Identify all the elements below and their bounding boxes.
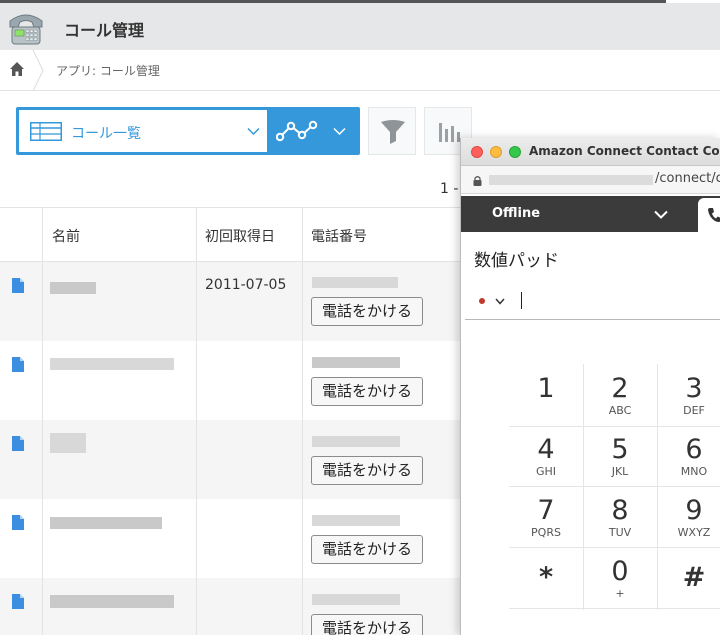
- pager-text: 1 -: [440, 181, 459, 197]
- redacted-phone: [312, 357, 400, 368]
- view-name: コール一覧: [71, 126, 141, 142]
- table-icon: [30, 122, 62, 141]
- phone-tab[interactable]: [698, 198, 720, 232]
- call-button[interactable]: 電話をかける: [311, 614, 423, 635]
- document-icon[interactable]: [12, 594, 24, 609]
- table-row: 電話をかける: [0, 578, 460, 635]
- column-divider: [302, 207, 303, 635]
- phone-number-input[interactable]: [521, 292, 522, 309]
- url-bar[interactable]: /connect/c: [461, 166, 720, 194]
- breadcrumb-app-link[interactable]: アプリ: コール管理: [56, 62, 160, 79]
- app-header: コール管理: [0, 3, 720, 50]
- key-6[interactable]: 6 MNO: [657, 427, 720, 487]
- breadcrumb-separator: [32, 50, 44, 91]
- numpad-title: 数値パッド: [474, 251, 559, 271]
- call-button[interactable]: 電話をかける: [311, 456, 423, 485]
- close-window-button[interactable]: [471, 146, 483, 158]
- redacted-name: [50, 282, 96, 294]
- redacted-url: [489, 175, 653, 185]
- maximize-window-button[interactable]: [509, 146, 521, 158]
- phone-icon: [708, 208, 720, 222]
- document-icon[interactable]: [12, 357, 24, 372]
- redacted-name: [50, 433, 86, 453]
- first-date: 2011-07-05: [205, 277, 287, 293]
- document-icon[interactable]: [12, 515, 24, 530]
- document-icon[interactable]: [12, 436, 24, 451]
- graph-icon[interactable]: [276, 120, 318, 142]
- key-9[interactable]: 9 WXYZ: [657, 488, 720, 548]
- document-icon[interactable]: [12, 278, 24, 293]
- redacted-name: [50, 517, 162, 529]
- chevron-down-icon: [247, 127, 260, 136]
- column-divider: [196, 207, 197, 635]
- key-star[interactable]: *: [509, 549, 583, 609]
- redacted-phone: [312, 515, 400, 526]
- column-header-phone[interactable]: 電話番号: [311, 226, 367, 246]
- ccp-window: Amazon Connect Contact Cont /connect/c O…: [460, 138, 720, 635]
- window-title: Amazon Connect Contact Cont: [529, 144, 720, 158]
- table-row: 電話をかける: [0, 341, 460, 420]
- view-dropdown[interactable]: コール一覧: [19, 110, 267, 152]
- redacted-phone: [312, 594, 400, 605]
- redacted-name: [50, 595, 174, 608]
- redacted-name: [50, 358, 174, 370]
- agent-status: Offline: [492, 206, 541, 221]
- call-button[interactable]: 電話をかける: [311, 535, 423, 564]
- chevron-down-icon: [654, 210, 668, 219]
- call-button[interactable]: 電話をかける: [311, 297, 423, 326]
- column-header-name[interactable]: 名前: [52, 226, 80, 246]
- agent-status-dropdown[interactable]: Offline: [461, 196, 720, 232]
- key-hash[interactable]: #: [657, 549, 720, 609]
- call-button[interactable]: 電話をかける: [311, 377, 423, 406]
- input-underline: [465, 319, 720, 320]
- table-header: 名前 初回取得日 電話番号: [0, 207, 460, 262]
- minimize-window-button[interactable]: [490, 146, 502, 158]
- key-2[interactable]: 2 ABC: [583, 366, 657, 426]
- country-chevron-down-icon[interactable]: [495, 298, 505, 305]
- bar-chart-icon: [439, 123, 460, 142]
- table-row: 電話をかける: [0, 420, 460, 499]
- url-suffix: /connect/c: [655, 171, 720, 186]
- home-icon[interactable]: [9, 61, 25, 77]
- table-row: 電話をかける: [0, 499, 460, 578]
- key-1[interactable]: 1: [509, 366, 583, 426]
- window-titlebar: Amazon Connect Contact Cont: [461, 138, 720, 166]
- key-7[interactable]: 7 PQRS: [509, 488, 583, 548]
- key-0[interactable]: 0 +: [583, 549, 657, 609]
- breadcrumb: アプリ: コール管理: [0, 50, 720, 91]
- key-8[interactable]: 8 TUV: [583, 488, 657, 548]
- redacted-phone: [312, 436, 400, 447]
- graph-chevron-down-icon[interactable]: [333, 127, 346, 136]
- filter-button[interactable]: [368, 107, 416, 155]
- country-flag-icon[interactable]: [479, 298, 485, 304]
- telephone-logo-icon: [9, 14, 43, 45]
- redacted-phone: [312, 277, 398, 288]
- view-selector: コール一覧: [16, 107, 360, 155]
- lock-icon: [473, 176, 482, 186]
- filter-icon: [381, 120, 405, 144]
- column-divider: [42, 207, 43, 635]
- key-3[interactable]: 3 DEF: [657, 366, 720, 426]
- table-row: 2011-07-05 電話をかける: [0, 262, 460, 341]
- app-title: コール管理: [64, 21, 145, 40]
- column-header-first-date[interactable]: 初回取得日: [205, 226, 275, 246]
- key-4[interactable]: 4 GHI: [509, 427, 583, 487]
- key-5[interactable]: 5 JKL: [583, 427, 657, 487]
